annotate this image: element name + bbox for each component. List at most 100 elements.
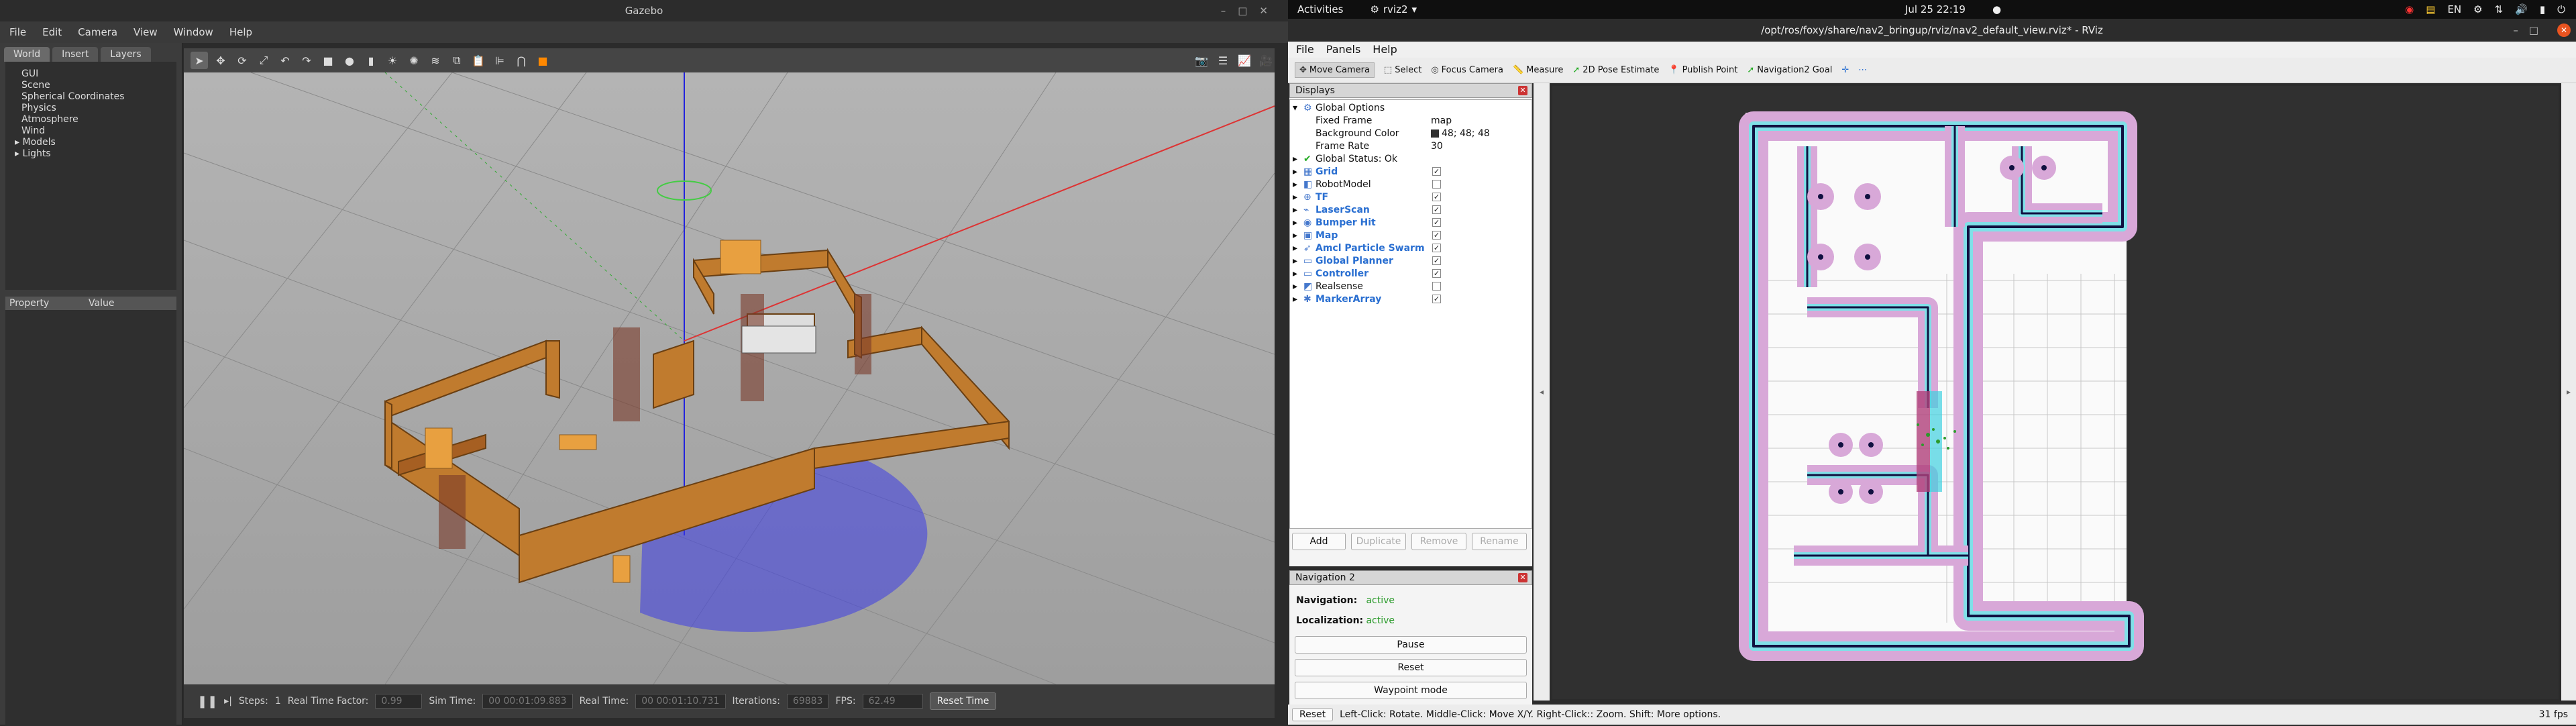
activities-button[interactable]: Activities — [1297, 3, 1343, 15]
sphere-shape-icon[interactable]: ● — [341, 52, 358, 69]
expand-icon[interactable]: ▸ — [1293, 217, 1297, 228]
rename-button[interactable]: Rename — [1472, 533, 1527, 550]
display-row-controller[interactable]: ▸ ▭ Controller ✓ — [1290, 267, 1532, 280]
tab-world[interactable]: World — [4, 47, 50, 62]
display-row-markerarray[interactable]: ▸ ✱ MarkerArray ✓ — [1290, 293, 1532, 305]
color-swatch[interactable] — [1431, 129, 1439, 138]
remove-button[interactable]: Remove — [1411, 533, 1466, 550]
global-options-row[interactable]: ▾ ⚙ Global Options — [1290, 101, 1532, 114]
frame-rate-row[interactable]: Frame Rate 30 — [1290, 140, 1532, 152]
display-row-bumper-hit[interactable]: ▸ ◉ Bumper Hit ✓ — [1290, 216, 1532, 229]
power-icon[interactable]: ⏻ — [2557, 3, 2565, 15]
notes-icon[interactable]: ▤ — [2426, 3, 2435, 15]
menu-panels[interactable]: Panels — [1326, 42, 1361, 58]
steps-value[interactable]: 1 — [275, 696, 281, 707]
change-view-icon[interactable]: ■ — [534, 52, 551, 69]
menu-help[interactable]: Help — [1373, 42, 1397, 58]
paste-icon[interactable]: 📋 — [470, 52, 487, 69]
background-color-row[interactable]: Background Color 48; 48; 48 — [1290, 127, 1532, 140]
display-row-amcl-particle-swarm[interactable]: ▸ ➶ Amcl Particle Swarm ✓ — [1290, 242, 1532, 254]
app-menu[interactable]: ⚙ rviz2 ▾ — [1370, 3, 1417, 15]
settings-icon[interactable]: ⚙ — [2473, 3, 2482, 15]
pause-icon[interactable]: ❚❚ — [197, 694, 217, 709]
close-icon[interactable]: ✕ — [2557, 23, 2571, 37]
tool-focus-camera[interactable]: ◎ Focus Camera — [1431, 65, 1503, 75]
expand-icon[interactable]: ▸ — [1293, 192, 1297, 203]
fixed-frame-value[interactable]: map — [1431, 115, 1452, 126]
display-row-map[interactable]: ▸ ▣ Map ✓ — [1290, 229, 1532, 242]
screenshot-icon[interactable]: 📷 — [1193, 52, 1210, 69]
display-checkbox[interactable] — [1432, 180, 1441, 189]
expand-icon[interactable]: ▸ — [1293, 243, 1297, 254]
world-tree-item[interactable]: Spherical Coordinates — [5, 91, 176, 103]
tool-measure[interactable]: 📏 Measure — [1513, 65, 1563, 75]
step-icon[interactable]: ▸| — [224, 696, 232, 707]
add-button[interactable]: Add — [1292, 533, 1346, 550]
rviz-render-view[interactable] — [1552, 86, 2559, 699]
display-row-grid[interactable]: ▸ ▦ Grid ✓ — [1290, 165, 1532, 178]
menu-file[interactable]: File — [9, 21, 26, 43]
gazebo-3d-viewport[interactable] — [184, 72, 1275, 684]
expand-icon[interactable]: ▾ — [1293, 103, 1297, 113]
menu-edit[interactable]: Edit — [42, 21, 62, 43]
maximize-icon[interactable]: □ — [2529, 24, 2549, 36]
network-icon[interactable]: ⇅ — [2495, 3, 2504, 15]
duplicate-button[interactable]: Duplicate — [1351, 533, 1406, 550]
expand-icon[interactable]: ▸ — [1293, 281, 1297, 292]
world-tree-item[interactable]: Scene — [5, 80, 176, 91]
close-icon[interactable]: ✕ — [1259, 5, 1280, 17]
rotate-icon[interactable]: ⟳ — [233, 52, 251, 69]
expand-arrow-icon[interactable]: ▸ — [15, 148, 22, 159]
world-tree-item[interactable]: ▸ Lights — [5, 148, 176, 160]
display-checkbox[interactable]: ✓ — [1432, 218, 1441, 227]
display-checkbox[interactable] — [1432, 282, 1441, 291]
world-tree-item[interactable]: ▸ Models — [5, 137, 176, 148]
tool-2d-pose-estimate[interactable]: ➚ 2D Pose Estimate — [1572, 65, 1659, 75]
scale-icon[interactable]: ⤢ — [255, 52, 272, 69]
expand-icon[interactable]: ▸ — [1293, 179, 1297, 190]
record-video-icon[interactable]: 🎥 — [1257, 52, 1275, 69]
world-tree-item[interactable]: Atmosphere — [5, 114, 176, 125]
display-row-realsense[interactable]: ▸ ◩ Realsense — [1290, 280, 1532, 293]
display-checkbox[interactable]: ✓ — [1432, 295, 1441, 303]
expand-icon[interactable]: ▸ — [1293, 294, 1297, 305]
fixed-frame-row[interactable]: Fixed Frame map — [1290, 114, 1532, 127]
box-shape-icon[interactable]: ■ — [319, 52, 337, 69]
rviz-splitter-left[interactable]: ◂ — [1534, 83, 1550, 701]
menu-view[interactable]: View — [133, 21, 158, 43]
world-tree-item[interactable]: GUI — [5, 68, 176, 80]
clock[interactable]: Jul 25 22:19 — [1905, 3, 1966, 15]
expand-icon[interactable]: ▸ — [1293, 205, 1297, 215]
frame-rate-value[interactable]: 30 — [1431, 141, 1443, 152]
point-light-icon[interactable]: ☀ — [384, 52, 401, 69]
display-checkbox[interactable]: ✓ — [1432, 231, 1441, 240]
tab-insert[interactable]: Insert — [52, 47, 99, 62]
copy-icon[interactable]: ⧉ — [448, 52, 466, 69]
expand-icon[interactable]: ▸ — [1293, 166, 1297, 177]
reset-time-button[interactable]: Reset Time — [929, 692, 997, 710]
display-row-robotmodel[interactable]: ▸ ◧ RobotModel — [1290, 178, 1532, 191]
log-icon[interactable]: ☰ — [1214, 52, 1232, 69]
waypoint-mode-button[interactable]: Waypoint mode — [1295, 682, 1527, 699]
menu-window[interactable]: Window — [174, 21, 213, 43]
expand-icon[interactable]: ▸ — [1293, 268, 1297, 279]
cylinder-shape-icon[interactable]: ▮ — [362, 52, 380, 69]
plot-icon[interactable]: 📈 — [1236, 52, 1253, 69]
display-checkbox[interactable]: ✓ — [1432, 269, 1441, 278]
menu-help[interactable]: Help — [229, 21, 252, 43]
minimize-icon[interactable]: – — [2513, 24, 2529, 36]
tool-move-camera[interactable]: ✥ Move Camera — [1295, 62, 1375, 78]
expand-icon[interactable]: ▸ — [1293, 256, 1297, 266]
display-checkbox[interactable]: ✓ — [1432, 205, 1441, 214]
world-tree-item[interactable]: Wind — [5, 125, 176, 137]
global-status-row[interactable]: ▸ ✔ Global Status: Ok — [1290, 152, 1532, 165]
close-icon[interactable]: ✕ — [1518, 86, 1527, 95]
menu-file[interactable]: File — [1296, 42, 1314, 58]
pause-button[interactable]: Pause — [1295, 636, 1527, 654]
status-reset-button[interactable]: Reset — [1292, 708, 1334, 721]
maximize-icon[interactable]: □ — [1238, 5, 1259, 17]
display-checkbox[interactable]: ✓ — [1432, 167, 1441, 176]
display-row-laserscan[interactable]: ▸ ⌁ LaserScan ✓ — [1290, 203, 1532, 216]
world-tree-item[interactable]: Physics — [5, 103, 176, 114]
minimize-icon[interactable]: – — [1221, 5, 1238, 17]
